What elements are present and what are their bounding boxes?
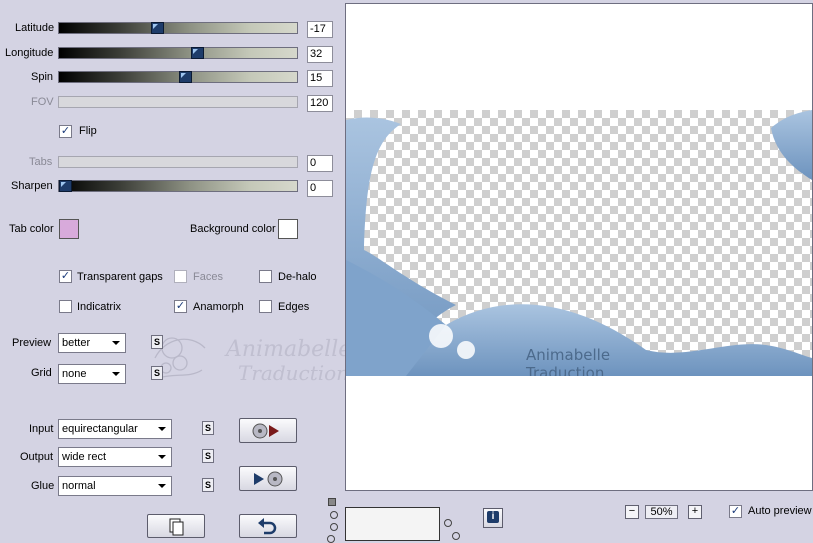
spin-slider[interactable] xyxy=(58,71,298,83)
indicatrix-checkbox[interactable] xyxy=(59,300,72,313)
fov-label: FOV xyxy=(31,96,54,108)
background-color-swatch[interactable] xyxy=(278,219,298,239)
tabs-slider xyxy=(58,156,298,168)
faces-checkbox xyxy=(174,270,187,283)
glue-select[interactable]: normal xyxy=(58,476,172,496)
grid-select-value: none xyxy=(62,368,87,380)
longitude-label: Longitude xyxy=(5,47,54,59)
handle-dot[interactable] xyxy=(327,535,335,543)
navigator-thumbnail[interactable] xyxy=(345,507,440,541)
input-select-value: equirectangular xyxy=(62,423,138,435)
background-color-label: Background color xyxy=(190,223,276,235)
faces-label: Faces xyxy=(193,271,223,283)
sharpen-slider-thumb[interactable] xyxy=(59,180,72,192)
sharpen-value-field[interactable]: 0 xyxy=(307,180,333,197)
glue-s-button[interactable]: S xyxy=(202,478,214,492)
output-select-value: wide rect xyxy=(62,451,107,463)
flip-label: Flip xyxy=(79,125,97,137)
glue-label: Glue xyxy=(31,480,55,492)
tabs-value-field[interactable]: 0 xyxy=(307,155,333,172)
longitude-slider-thumb[interactable] xyxy=(191,47,205,59)
copy-icon xyxy=(169,518,184,536)
latitude-slider-thumb[interactable] xyxy=(150,22,164,34)
latitude-value-field[interactable]: -17 xyxy=(307,21,333,38)
glue-select-value: normal xyxy=(62,480,96,492)
watermark-line1: Animabelle xyxy=(224,337,345,362)
preview-canvas[interactable]: Animabelle Traduction xyxy=(345,3,813,491)
sharpen-label: Sharpen xyxy=(11,180,53,192)
chevron-down-icon xyxy=(158,427,166,431)
watermark-line2: Traductions xyxy=(238,361,345,385)
handle-dot[interactable] xyxy=(444,519,452,527)
ribbon-image: Animabelle Traduction xyxy=(346,110,812,376)
input-label: Input xyxy=(29,423,54,435)
indicatrix-label: Indicatrix xyxy=(77,301,122,313)
grid-s-button[interactable]: S xyxy=(151,366,163,380)
flip-checkbox[interactable]: ✓ xyxy=(59,125,72,138)
de-halo-checkbox[interactable] xyxy=(259,270,272,283)
spin-value-field[interactable]: 15 xyxy=(307,70,333,87)
auto-preview-label: Auto preview xyxy=(748,505,812,517)
output-s-button[interactable]: S xyxy=(202,449,214,463)
load-input-button[interactable] xyxy=(239,418,297,443)
edges-checkbox[interactable] xyxy=(259,300,272,313)
longitude-slider[interactable] xyxy=(58,47,298,59)
fov-value-field[interactable]: 120 xyxy=(307,95,333,112)
corner-handle[interactable] xyxy=(328,498,336,506)
grid-label: Grid xyxy=(31,367,52,379)
output-select[interactable]: wide rect xyxy=(58,447,172,467)
zoom-out-button[interactable]: − xyxy=(625,505,639,519)
chevron-down-icon xyxy=(112,372,120,376)
tabs-label: Tabs xyxy=(29,156,53,168)
grid-select[interactable]: none xyxy=(58,364,126,384)
longitude-value-field[interactable]: 32 xyxy=(307,46,333,63)
copy-button[interactable] xyxy=(147,514,205,538)
preview-select[interactable]: better xyxy=(58,333,126,353)
spin-label: Spin xyxy=(31,71,54,83)
play-disc-icon xyxy=(254,471,283,487)
auto-preview-checkbox[interactable]: ✓ xyxy=(729,505,742,518)
preview-label: Preview xyxy=(12,337,52,349)
transparent-gaps-checkbox[interactable]: ✓ xyxy=(59,270,72,283)
save-output-button[interactable] xyxy=(239,466,297,491)
chevron-down-icon xyxy=(112,341,120,345)
fov-slider xyxy=(58,96,298,108)
chevron-down-icon xyxy=(158,484,166,488)
handle-dot[interactable] xyxy=(330,511,338,519)
undo-button[interactable] xyxy=(239,514,297,538)
undo-icon xyxy=(258,518,277,535)
output-label: Output xyxy=(20,451,54,463)
preview-select-value: better xyxy=(62,337,91,349)
tab-color-swatch[interactable] xyxy=(59,219,79,239)
latitude-slider[interactable] xyxy=(58,22,298,34)
info-icon: i xyxy=(487,511,499,523)
input-select[interactable]: equirectangular xyxy=(58,419,172,439)
tab-color-label: Tab color xyxy=(9,223,54,235)
zoom-in-button[interactable]: + xyxy=(688,505,702,519)
info-button[interactable]: i xyxy=(483,508,503,528)
handle-dot[interactable] xyxy=(452,532,460,540)
input-s-button[interactable]: S xyxy=(202,421,214,435)
spin-slider-thumb[interactable] xyxy=(179,71,193,83)
handle-dot[interactable] xyxy=(330,523,338,531)
anamorph-checkbox[interactable]: ✓ xyxy=(174,300,187,313)
zoom-level: 50% xyxy=(645,505,678,519)
de-halo-label: De-halo xyxy=(278,271,317,283)
preview-watermark-line1: Animabelle xyxy=(526,346,610,364)
latitude-label: Latitude xyxy=(15,22,55,34)
transparent-gaps-label: Transparent gaps xyxy=(77,271,163,283)
sharpen-slider[interactable] xyxy=(58,180,298,192)
chevron-down-icon xyxy=(158,455,166,459)
anamorph-label: Anamorph xyxy=(193,301,244,313)
animabelle-watermark-logo: Animabelle Traductions xyxy=(154,337,345,385)
preview-s-button[interactable]: S xyxy=(151,335,163,349)
edges-label: Edges xyxy=(278,301,310,313)
disc-play-icon xyxy=(252,423,279,439)
preview-watermark-line2: Traduction xyxy=(525,364,604,376)
